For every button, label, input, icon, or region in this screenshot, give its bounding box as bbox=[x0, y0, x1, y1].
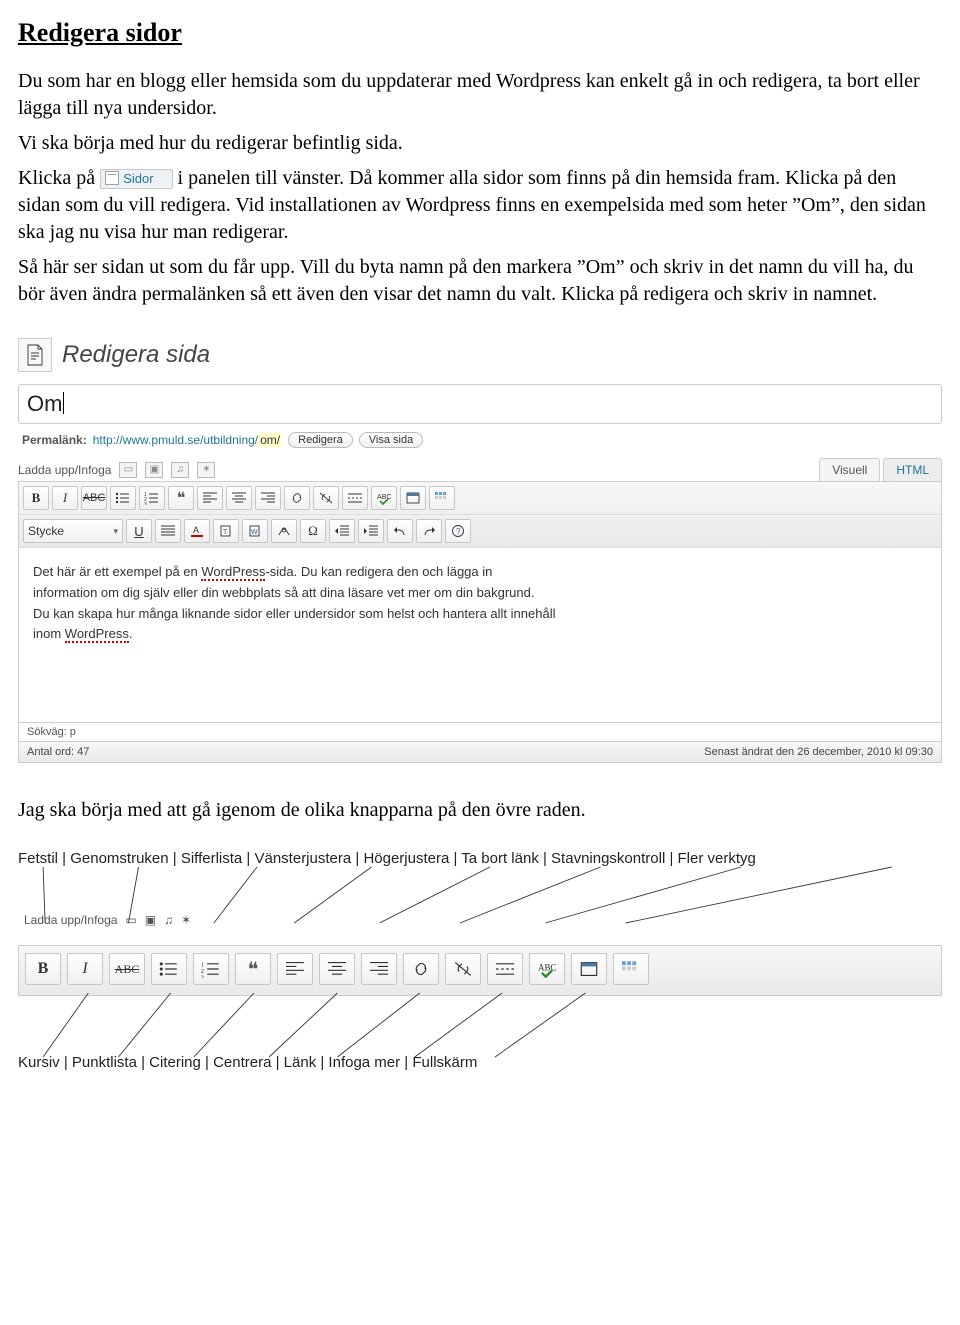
insert-more-button[interactable] bbox=[342, 486, 368, 510]
insert-audio-icon[interactable]: ♫ bbox=[164, 913, 173, 927]
editor-mode-tabs: Visuell HTML bbox=[816, 458, 942, 481]
insert-char-button[interactable]: Ω bbox=[300, 519, 326, 543]
fullscreen-button[interactable] bbox=[571, 953, 607, 985]
editor-path: Sökväg: p bbox=[18, 723, 942, 742]
svg-text:3: 3 bbox=[201, 974, 204, 978]
tab-html[interactable]: HTML bbox=[883, 458, 942, 481]
mid-paragraph: Jag ska börja med att gå igenom de olika… bbox=[18, 797, 942, 824]
svg-text:T: T bbox=[223, 529, 228, 536]
insert-video-icon[interactable]: ▣ bbox=[145, 462, 163, 478]
blockquote-button[interactable]: ❝ bbox=[235, 953, 271, 985]
edit-permalink-button[interactable]: Redigera bbox=[288, 432, 353, 448]
outdent-button[interactable] bbox=[329, 519, 355, 543]
svg-text:A: A bbox=[193, 525, 199, 535]
permalink-slug: om/ bbox=[258, 433, 282, 447]
kitchen-sink-button[interactable] bbox=[429, 486, 455, 510]
align-center-button[interactable] bbox=[319, 953, 355, 985]
spellcheck-button[interactable]: ABC bbox=[529, 953, 565, 985]
tab-visual[interactable]: Visuell bbox=[819, 458, 880, 481]
underline-button[interactable]: U bbox=[126, 519, 152, 543]
upload-label: Ladda upp/Infoga bbox=[18, 463, 111, 477]
help-button[interactable]: ? bbox=[445, 519, 471, 543]
insert-image-icon[interactable]: ▭ bbox=[125, 913, 136, 927]
editor-header-title: Redigera sida bbox=[62, 341, 210, 369]
unordered-list-button[interactable] bbox=[110, 486, 136, 510]
wordpress-editor-screenshot: Redigera sida Om Permalänk: http://www.p… bbox=[18, 334, 942, 763]
indent-button[interactable] bbox=[358, 519, 384, 543]
undo-button[interactable] bbox=[387, 519, 413, 543]
unordered-list-button[interactable] bbox=[151, 953, 187, 985]
permalink-label: Permalänk: bbox=[22, 433, 87, 447]
fullscreen-button[interactable] bbox=[400, 486, 426, 510]
word-count: Antal ord: 47 bbox=[27, 746, 89, 758]
intro-p4: Så här ser sidan ut som du får upp. Vill… bbox=[18, 254, 942, 308]
intro-p3: Klicka på Sidor i panelen till vänster. … bbox=[18, 165, 942, 246]
toolbar-labels-bottom: Kursiv | Punktlista | Citering | Centrer… bbox=[18, 1054, 942, 1071]
align-left-button[interactable] bbox=[277, 953, 313, 985]
toolbar-labels-top: Fetstil | Genomstruken | Sifferlista | V… bbox=[18, 850, 942, 867]
svg-text:ABC: ABC bbox=[538, 962, 557, 972]
insert-audio-icon[interactable]: ♫ bbox=[171, 462, 189, 478]
paste-word-button[interactable]: W bbox=[242, 519, 268, 543]
toolbar-large: B I ABC 123 ❝ ABC bbox=[18, 945, 942, 996]
sidor-menu-chip[interactable]: Sidor bbox=[100, 169, 172, 189]
redo-button[interactable] bbox=[416, 519, 442, 543]
text-color-button[interactable]: A bbox=[184, 519, 210, 543]
svg-text:?: ? bbox=[456, 527, 461, 536]
permalink-url[interactable]: http://www.pmuld.se/utbildning/ bbox=[93, 433, 258, 447]
last-modified: Senast ändrat den 26 december, 2010 kl 0… bbox=[704, 746, 933, 758]
page-heading: Redigera sidor bbox=[18, 18, 942, 48]
align-center-button[interactable] bbox=[226, 486, 252, 510]
italic-button[interactable]: I bbox=[67, 953, 103, 985]
strikethrough-button[interactable]: ABC bbox=[81, 486, 107, 510]
insert-video-icon[interactable]: ▣ bbox=[145, 913, 156, 927]
view-page-button[interactable]: Visa sida bbox=[359, 432, 423, 448]
page-title-input[interactable]: Om bbox=[18, 384, 942, 424]
paste-text-button[interactable]: T bbox=[213, 519, 239, 543]
intro-p2: Vi ska börja med hur du redigerar befint… bbox=[18, 130, 942, 157]
align-left-button[interactable] bbox=[197, 486, 223, 510]
align-justify-button[interactable] bbox=[155, 519, 181, 543]
upload-insert-row-2: Ladda upp/Infoga ▭ ▣ ♫ ✶ bbox=[18, 873, 942, 945]
align-right-button[interactable] bbox=[255, 486, 281, 510]
editor-content[interactable]: Det här är ett exempel på en WordPress-s… bbox=[18, 548, 942, 723]
upload-insert-row: Ladda upp/Infoga ▭ ▣ ♫ ✶ bbox=[18, 462, 215, 478]
style-select[interactable]: Stycke bbox=[23, 519, 123, 543]
ordered-list-button[interactable]: 123 bbox=[193, 953, 229, 985]
insert-media-icon[interactable]: ✶ bbox=[181, 913, 191, 927]
blockquote-button[interactable]: ❝ bbox=[168, 486, 194, 510]
insert-image-icon[interactable]: ▭ bbox=[119, 462, 137, 478]
insert-media-icon[interactable]: ✶ bbox=[197, 462, 215, 478]
svg-text:W: W bbox=[251, 529, 258, 536]
spellcheck-button[interactable]: ABC bbox=[371, 486, 397, 510]
bold-button[interactable]: B bbox=[23, 486, 49, 510]
intro-p1: Du som har en blogg eller hemsida som du… bbox=[18, 68, 942, 122]
p3-lead: Klicka på bbox=[18, 167, 100, 189]
permalink-row: Permalänk: http://www.pmuld.se/utbildnin… bbox=[22, 432, 942, 448]
diagram-arrows-bottom bbox=[18, 991, 942, 1061]
edit-page-header-icon bbox=[18, 338, 52, 372]
kitchen-sink-button[interactable] bbox=[613, 953, 649, 985]
align-right-button[interactable] bbox=[361, 953, 397, 985]
editor-status-bar: Antal ord: 47 Senast ändrat den 26 decem… bbox=[18, 742, 942, 763]
ordered-list-button[interactable]: 123 bbox=[139, 486, 165, 510]
unlink-button[interactable] bbox=[445, 953, 481, 985]
link-button[interactable] bbox=[403, 953, 439, 985]
remove-format-button[interactable] bbox=[271, 519, 297, 543]
toolbar-diagram: Ladda upp/Infoga ▭ ▣ ♫ ✶ B I ABC 123 ❝ A… bbox=[18, 873, 942, 996]
italic-button[interactable]: I bbox=[52, 486, 78, 510]
bold-button[interactable]: B bbox=[25, 953, 61, 985]
unlink-button[interactable] bbox=[313, 486, 339, 510]
link-button[interactable] bbox=[284, 486, 310, 510]
editor-toolbar: B I ABC 123 ❝ ABC Stycke U A T W Ω bbox=[18, 481, 942, 548]
svg-text:ABC: ABC bbox=[377, 494, 391, 501]
page-icon bbox=[105, 171, 119, 185]
strikethrough-button[interactable]: ABC bbox=[109, 953, 145, 985]
insert-more-button[interactable] bbox=[487, 953, 523, 985]
svg-text:3: 3 bbox=[144, 502, 147, 505]
